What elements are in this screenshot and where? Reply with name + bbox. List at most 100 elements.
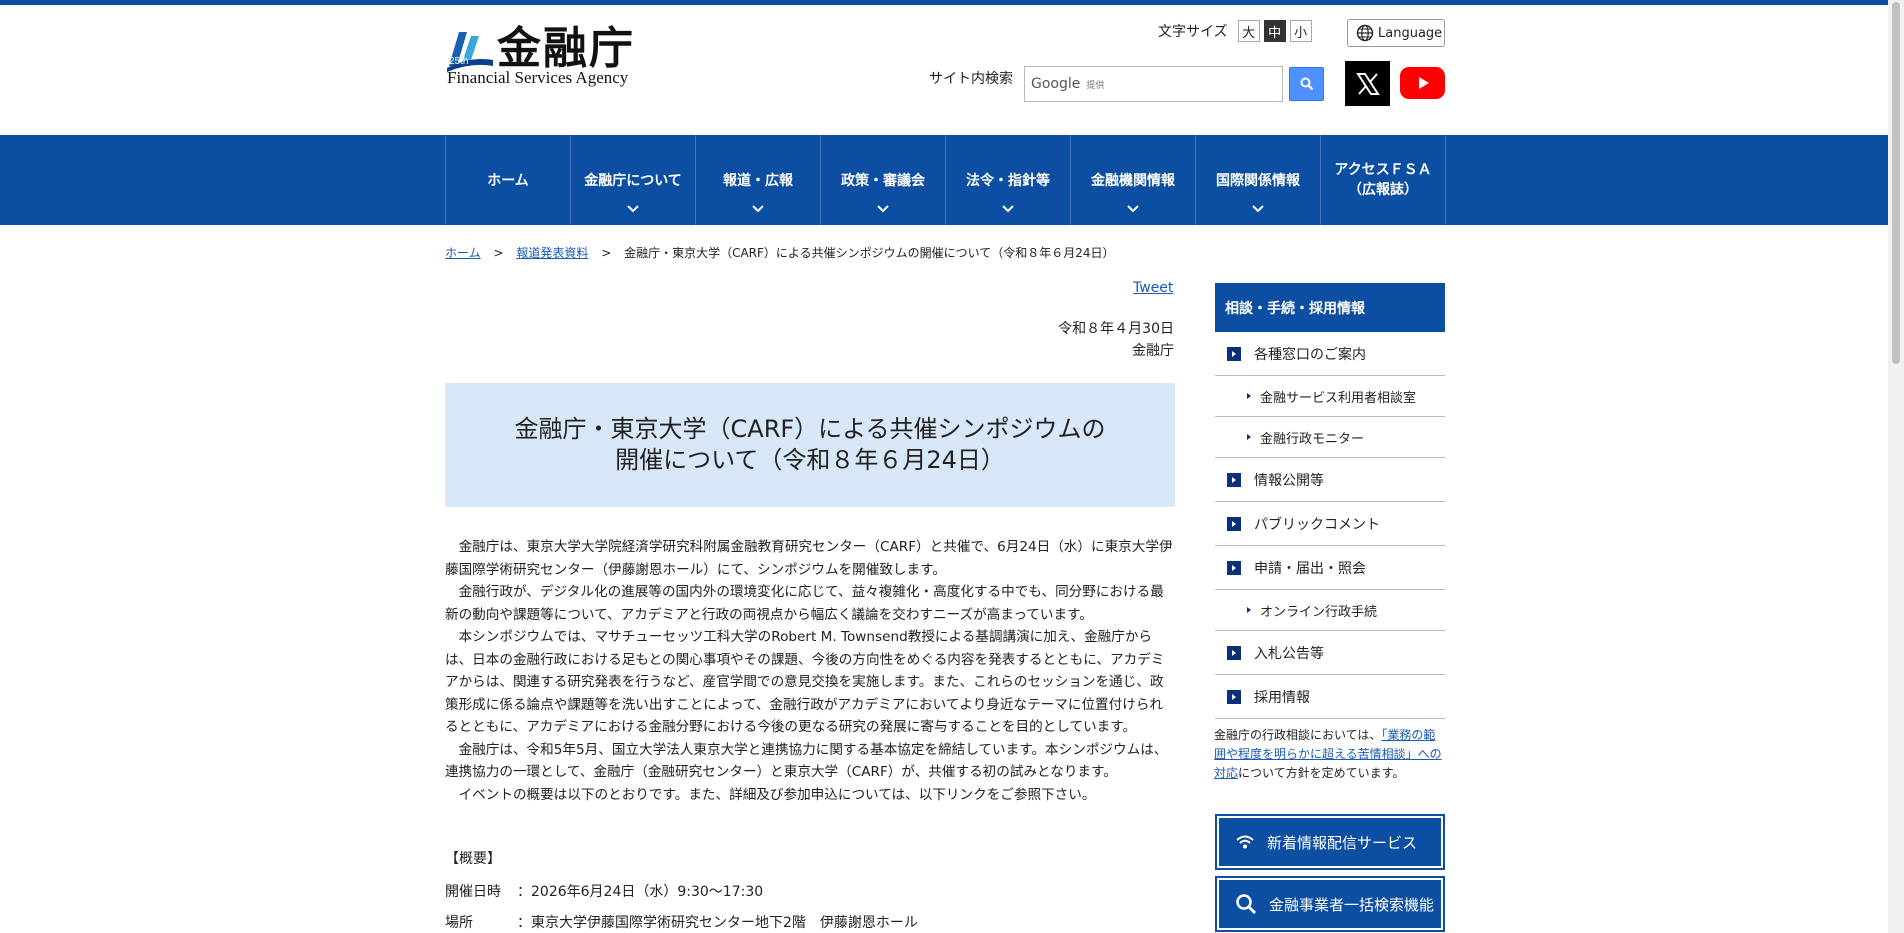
tweet-link[interactable]: Tweet <box>1133 280 1173 296</box>
site-search-label: サイト内検索 <box>929 71 1013 87</box>
sidebar: 相談・手続・採用情報 各種窓口のご案内 金融サービス利用者相談室 金融行政モニタ… <box>1215 283 1445 719</box>
square-arrow-icon <box>1227 645 1241 660</box>
breadcrumb: ホーム > 報道発表資料 > 金融庁・東京大学（CARF）による共催シンポジウム… <box>445 244 1114 261</box>
breadcrumb-current: 金融庁・東京大学（CARF）による共催シンポジウムの開催について（令和８年６月2… <box>624 246 1115 260</box>
publish-date: 令和８年４月30日 <box>1058 321 1174 337</box>
x-twitter-link[interactable] <box>1345 61 1390 106</box>
nav-laws-label: 法令・指針等 <box>966 173 1050 189</box>
sidebar-item-monitor[interactable]: 金融行政モニター <box>1215 417 1445 458</box>
info-key: 開催日時 <box>445 884 501 900</box>
page-title-line1: 金融庁・東京大学（CARF）による共催シンポジウムの <box>514 415 1106 443</box>
search-icon <box>1300 77 1313 91</box>
info-key: 場所 <box>445 915 473 931</box>
news-delivery-button[interactable]: 新着情報配信サービス <box>1215 814 1445 870</box>
nav-policy-label: 政策・審議会 <box>841 173 925 189</box>
info-value: ：2026年6月24日（水）9:30～17:30 <box>517 884 764 900</box>
wifi-icon <box>1236 835 1254 849</box>
logo-kanji: 金融庁 <box>497 23 635 74</box>
font-size-large[interactable]: 大 <box>1237 20 1260 42</box>
breadcrumb-separator: > <box>601 246 612 260</box>
square-arrow-icon <box>1227 560 1241 575</box>
nav-international[interactable]: 国際関係情報 <box>1196 135 1321 225</box>
fsa-logo-mark-icon: 25th <box>447 32 493 72</box>
logo-badge: 25th <box>449 56 468 67</box>
nav-laws[interactable]: 法令・指針等 <box>946 135 1071 225</box>
info-row-date: 開催日時 ：2026年6月24日（水）9:30～17:30 <box>445 881 763 901</box>
font-size-medium[interactable]: 中 <box>1263 20 1286 42</box>
sidebar-item-contact[interactable]: 各種窓口のご案内 <box>1215 332 1445 376</box>
chevron-down-icon <box>1002 205 1014 213</box>
triangle-bullet-icon <box>1247 434 1251 440</box>
business-search-button[interactable]: 金融事業者一括検索機能 <box>1215 876 1445 932</box>
font-size-small[interactable]: 小 <box>1289 20 1312 42</box>
sidebar-item-online-procedures[interactable]: オンライン行政手続 <box>1215 590 1445 631</box>
font-size-switcher: 文字サイズ 大 中 小 <box>1158 20 1312 42</box>
sidebar-item-label: パブリックコメント <box>1254 516 1380 533</box>
square-arrow-icon <box>1227 472 1241 487</box>
search-button[interactable] <box>1289 67 1324 101</box>
breadcrumb-separator: > <box>493 246 504 260</box>
sidebar-item-consumer-office[interactable]: 金融サービス利用者相談室 <box>1215 376 1445 417</box>
nav-about[interactable]: 金融庁について <box>571 135 696 225</box>
article-paragraph: 金融庁は、令和5年5月、国立大学法人東京大学と連携協力に関する基本協定を締結して… <box>445 741 1168 781</box>
article-paragraph: 金融庁は、東京大学大学院経済学研究科附属金融教育研究センター（CARF）と共催で… <box>445 539 1173 578</box>
nav-home[interactable]: ホーム <box>446 135 571 225</box>
language-label: Language <box>1378 25 1443 41</box>
summary-heading: 【概要】 <box>445 851 501 867</box>
breadcrumb-section-link[interactable]: 報道発表資料 <box>516 246 588 260</box>
square-arrow-icon <box>1227 689 1241 704</box>
nav-access-fsa-sublabel: （広報誌） <box>1348 182 1418 198</box>
triangle-bullet-icon <box>1247 393 1251 399</box>
fsa-logo[interactable]: 25th 金融庁 Financial Services Agency <box>445 24 645 90</box>
article-paragraph: 本シンポジウムでは、マサチューセッツ工科大学のRobert M. Townsen… <box>445 629 1165 735</box>
sidebar-item-bidding[interactable]: 入札公告等 <box>1215 631 1445 675</box>
page-title-line2: 開催について（令和８年６月24日） <box>615 446 1005 474</box>
sidebar-note-suffix: について方針を定めています。 <box>1238 766 1405 780</box>
business-search-label: 金融事業者一括検索機能 <box>1269 895 1435 914</box>
magnifier-icon <box>1236 894 1257 915</box>
global-nav: ホーム 金融庁について 報道・広報 政策・審議会 法令・指針等 金融機関情報 国… <box>0 135 1888 225</box>
site-search-input[interactable]: Google 提供 <box>1024 66 1283 102</box>
article-paragraph: イベントの概要は以下のとおりです。また、詳細及び参加申込については、以下リンクを… <box>458 786 1096 803</box>
nav-access-fsa[interactable]: アクセスＦＳＡ （広報誌） <box>1321 135 1446 225</box>
chevron-down-icon <box>1252 205 1264 213</box>
sidebar-item-disclosure[interactable]: 情報公開等 <box>1215 458 1445 502</box>
nav-policy[interactable]: 政策・審議会 <box>821 135 946 225</box>
youtube-play-icon <box>1418 77 1429 89</box>
nav-about-label: 金融庁について <box>584 173 682 189</box>
sidebar-item-public-comment[interactable]: パブリックコメント <box>1215 502 1445 546</box>
x-logo-icon <box>1355 72 1380 95</box>
sidebar-item-label: 各種窓口のご案内 <box>1254 346 1366 363</box>
sidebar-item-applications[interactable]: 申請・届出・照会 <box>1215 546 1445 590</box>
google-brand: Google <box>1031 76 1081 92</box>
chevron-down-icon <box>627 205 639 213</box>
scrollbar-thumb[interactable] <box>1892 2 1900 364</box>
sidebar-item-label: 入札公告等 <box>1254 645 1324 662</box>
scrollbar[interactable] <box>1888 0 1904 933</box>
nav-home-label: ホーム <box>487 173 529 189</box>
sidebar-note: 金融庁の行政相談においては、「業務の範囲や程度を明らかに超える苦情相談」への対応… <box>1214 726 1446 783</box>
square-arrow-icon <box>1227 346 1241 361</box>
nav-press[interactable]: 報道・広報 <box>696 135 821 225</box>
font-size-label: 文字サイズ <box>1158 24 1228 40</box>
nav-access-fsa-label: アクセスＦＳＡ <box>1334 162 1432 178</box>
article-paragraph: 金融行政が、デジタル化の進展等の国内外の環境変化に応じて、益々複雑化・高度化する… <box>445 584 1164 623</box>
youtube-link[interactable] <box>1400 67 1445 99</box>
info-row-venue: 場所 ：東京大学伊藤国際学術研究センター地下2階 伊藤謝恩ホール <box>445 912 918 932</box>
article-title-box: 金融庁・東京大学（CARF）による共催シンポジウムの 開催について（令和８年６月… <box>445 383 1175 507</box>
chevron-down-icon <box>752 205 764 213</box>
page-title: 金融庁・東京大学（CARF）による共催シンポジウムの 開催について（令和８年６月… <box>515 414 1106 476</box>
triangle-bullet-icon <box>1247 607 1251 613</box>
sidebar-item-label: 申請・届出・照会 <box>1254 560 1366 577</box>
language-button[interactable]: Language <box>1347 19 1445 47</box>
nav-international-label: 国際関係情報 <box>1216 173 1300 189</box>
sidebar-item-recruitment[interactable]: 採用情報 <box>1215 675 1445 719</box>
nav-press-label: 報道・広報 <box>723 173 793 189</box>
chevron-down-icon <box>1127 205 1139 213</box>
breadcrumb-home-link[interactable]: ホーム <box>445 246 481 260</box>
nav-institutions[interactable]: 金融機関情報 <box>1071 135 1196 225</box>
square-arrow-icon <box>1227 516 1241 531</box>
publisher: 金融庁 <box>1132 343 1174 359</box>
sidebar-heading: 相談・手続・採用情報 <box>1215 283 1445 332</box>
sidebar-item-label: 採用情報 <box>1254 689 1310 706</box>
